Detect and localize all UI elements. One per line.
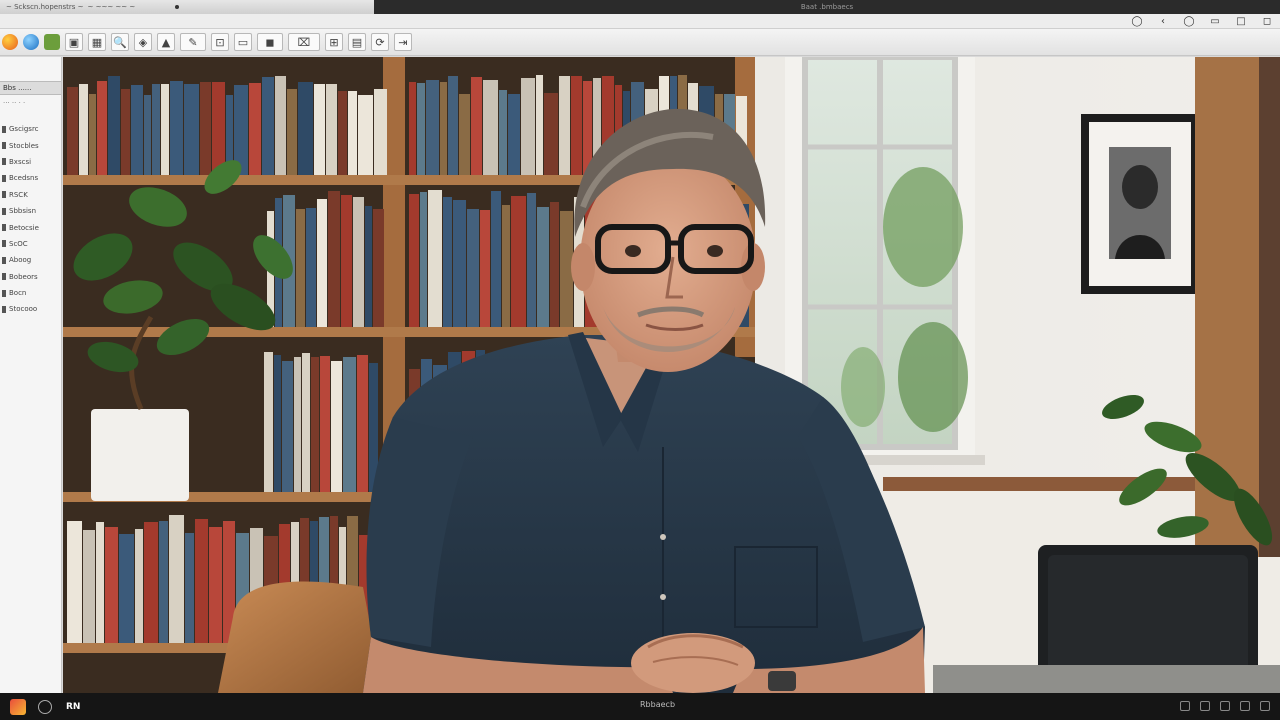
left-panel: Bbs ...... ··· ·· · · Gscigsrc Stocbles Bx… bbox=[0, 57, 62, 693]
taskbar-center-text: Rbbaecb bbox=[640, 700, 676, 709]
bullet-icon bbox=[2, 174, 6, 182]
restore-icon[interactable]: ◻ bbox=[1260, 15, 1274, 28]
panel-list-item-label: Gscigsrc bbox=[9, 125, 39, 134]
panel-list-item-label: Bxscsi bbox=[9, 157, 32, 166]
title-bar: ~ Sckscn.hopenstrs ~ ~ ~~~ ~~ ~ Baat .bm… bbox=[0, 0, 1280, 14]
search-circle-icon[interactable] bbox=[38, 699, 52, 714]
panel-subheader: ··· ·· · · bbox=[3, 99, 26, 107]
tray-notify-icon[interactable] bbox=[1260, 701, 1270, 711]
crop-tool-icon[interactable]: ⊡ bbox=[211, 33, 229, 51]
toolbar: ▣ ▦ 🔍 ◈ ▲ ✎ ⊡ ▭ ◼ ⌧ ⊞ ▤ ⟳ ⇥ bbox=[0, 29, 1280, 56]
cursor-tool-icon[interactable]: ▣ bbox=[65, 33, 83, 51]
panel-list-item[interactable]: Stocooo bbox=[0, 301, 61, 317]
maximize-icon[interactable]: □ bbox=[1234, 15, 1248, 28]
panel-list-item[interactable]: Bxscsi bbox=[0, 154, 61, 170]
framed-portrait bbox=[1081, 114, 1199, 294]
minimize-icon[interactable]: ▭ bbox=[1208, 15, 1222, 28]
title-bar-right: Baat .bmbaecs bbox=[374, 0, 1280, 14]
panel-list-item-label: Sbbsisn bbox=[9, 207, 37, 216]
panel-header: Bbs ...... bbox=[0, 81, 61, 95]
panel-list-item[interactable]: Betocsie bbox=[0, 219, 61, 235]
panel-list-item[interactable]: Stocbles bbox=[0, 137, 61, 153]
text-tool-icon[interactable]: ⌧ bbox=[288, 33, 320, 51]
panel-list-item[interactable]: Gscigsrc bbox=[0, 121, 61, 137]
panel-list-item-label: Stocooo bbox=[9, 305, 38, 314]
grid-tool-icon[interactable]: ⊞ bbox=[325, 33, 343, 51]
panel-list: Gscigsrc Stocbles Bxscsi Bcedsns RSCK Sbbsisn… bbox=[0, 121, 61, 318]
start-app-icon[interactable] bbox=[10, 698, 26, 715]
panel-list-item[interactable]: ScOC bbox=[0, 236, 61, 252]
layer-tool-icon[interactable]: ▤ bbox=[348, 33, 366, 51]
bullet-icon bbox=[2, 158, 6, 166]
panel-list-item-label: Bcedsns bbox=[9, 174, 39, 183]
video-viewport[interactable] bbox=[63, 57, 1280, 693]
panel-list-item[interactable]: Bcedsns bbox=[0, 170, 61, 186]
panel-list-item-label: Bobeors bbox=[9, 272, 38, 281]
record-icon[interactable]: ◯ bbox=[1182, 15, 1196, 28]
bullet-icon bbox=[2, 273, 6, 281]
stamp-tool-icon[interactable]: ◼ bbox=[257, 33, 283, 51]
bullet-icon bbox=[2, 224, 6, 232]
bullet-icon bbox=[2, 142, 6, 150]
bullet-icon bbox=[2, 240, 6, 248]
pan-tool-icon[interactable]: ◈ bbox=[134, 33, 152, 51]
taskbar: RN Rbbaecb bbox=[0, 693, 1280, 720]
taskbar-app-label[interactable]: RN bbox=[66, 702, 80, 712]
bullet-icon bbox=[2, 125, 6, 133]
app-c-logo-icon[interactable] bbox=[44, 34, 60, 50]
panel-list-item-label: RSCK bbox=[9, 190, 28, 199]
panel-list-item[interactable]: Bobeors bbox=[0, 269, 61, 285]
back-chevron-icon[interactable]: ‹ bbox=[1156, 15, 1170, 28]
tray-network-icon[interactable] bbox=[1180, 701, 1190, 711]
window-strip: ◯ ‹ ◯ ▭ □ ◻ bbox=[0, 14, 1280, 29]
app-b-logo-icon[interactable] bbox=[23, 34, 39, 50]
app-a-logo-icon[interactable] bbox=[2, 34, 18, 50]
shape-tool-icon[interactable]: ▲ bbox=[157, 33, 175, 51]
bullet-icon bbox=[2, 256, 6, 264]
panel-list-item-label: ScOC bbox=[9, 239, 28, 248]
window-title-extra: ~ ~~~ ~~ ~ bbox=[87, 3, 136, 11]
export-tool-icon[interactable]: ⇥ bbox=[394, 33, 412, 51]
panel-list-item-label: Aboog bbox=[9, 256, 32, 265]
window-title-left: ~ Sckscn.hopenstrs ~ bbox=[6, 3, 84, 11]
bullet-icon bbox=[2, 191, 6, 199]
window-title-center: Baat .bmbaecs bbox=[800, 3, 854, 11]
panel-list-item[interactable]: RSCK bbox=[0, 187, 61, 203]
frame-tool-icon[interactable]: ▭ bbox=[234, 33, 252, 51]
panel-list-item[interactable]: Sbbsisn bbox=[0, 203, 61, 219]
panel-list-item[interactable]: Aboog bbox=[0, 252, 61, 268]
bullet-icon bbox=[2, 289, 6, 297]
bullet-icon bbox=[2, 207, 6, 215]
title-dot-icon bbox=[175, 5, 180, 9]
panel-list-item[interactable]: Bocn bbox=[0, 285, 61, 301]
panel-list-item-label: Bocn bbox=[9, 289, 27, 298]
system-tray bbox=[1180, 701, 1270, 711]
title-bar-left: ~ Sckscn.hopenstrs ~ ~ ~~~ ~~ ~ bbox=[0, 0, 374, 14]
refresh-tool-icon[interactable]: ⟳ bbox=[371, 33, 389, 51]
bullet-icon bbox=[2, 305, 6, 313]
window-controls: ◯ ‹ ◯ ▭ □ ◻ bbox=[1130, 15, 1274, 28]
panel-header-label: Bbs ...... bbox=[3, 84, 32, 92]
panel-list-item-label: Stocbles bbox=[9, 141, 39, 150]
tray-volume-icon[interactable] bbox=[1200, 701, 1210, 711]
scene-image bbox=[63, 57, 1280, 693]
zoom-tool-icon[interactable]: 🔍 bbox=[111, 33, 129, 51]
image-tool-icon[interactable]: ▦ bbox=[88, 33, 106, 51]
panel-list-item-label: Betocsie bbox=[9, 223, 39, 232]
tray-clock-icon[interactable] bbox=[1240, 701, 1250, 711]
circle-icon[interactable]: ◯ bbox=[1130, 15, 1144, 28]
brush-tool-icon[interactable]: ✎ bbox=[180, 33, 206, 51]
tray-battery-icon[interactable] bbox=[1220, 701, 1230, 711]
